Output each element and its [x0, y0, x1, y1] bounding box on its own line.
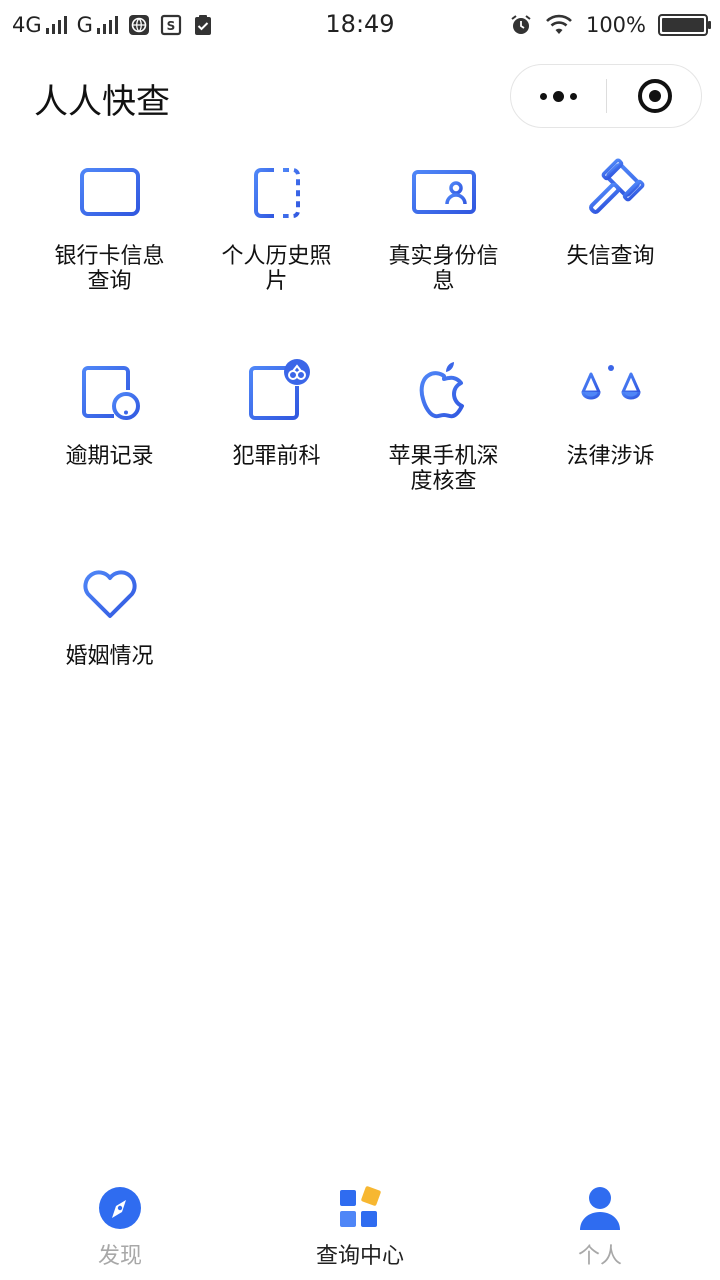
tab-bar: 发现 查询中心 个人: [0, 1170, 720, 1280]
service-iphone-check[interactable]: 苹果手机深度核查: [360, 350, 527, 550]
overdue-calendar-icon: [74, 356, 146, 428]
battery-fill: [662, 18, 704, 32]
service-label: 失信查询: [566, 244, 655, 269]
more-dot-icon: [540, 92, 547, 100]
heart-icon: [74, 556, 146, 628]
service-bank-card[interactable]: 银行卡信息查询: [26, 150, 193, 350]
wifi-icon: [546, 14, 572, 34]
tab-personal[interactable]: 个人: [480, 1170, 720, 1280]
bank-card-icon: [74, 156, 146, 228]
service-marriage-status[interactable]: 婚姻情况: [26, 550, 193, 750]
apple-icon: [408, 356, 480, 428]
service-label: 婚姻情况: [65, 644, 154, 669]
service-overdue-records[interactable]: 逾期记录: [26, 350, 193, 550]
more-button[interactable]: [511, 65, 606, 127]
gavel-icon: [575, 156, 647, 228]
more-dot-icon: [553, 90, 564, 102]
service-grid: 银行卡信息查询 个人历史照片 真实身份信息 失信查询 逾期记录 犯罪前科 苹果手…: [26, 150, 694, 750]
service-label: 个人历史照片: [221, 244, 332, 294]
battery-percent: 100%: [585, 13, 646, 37]
tab-label: 发现: [97, 1244, 142, 1269]
battery-icon: [658, 14, 711, 36]
tab-label: 查询中心: [315, 1244, 404, 1269]
target-icon: [637, 79, 672, 113]
scales-icon: [575, 356, 647, 428]
service-criminal-record[interactable]: 犯罪前科: [193, 350, 360, 550]
close-mini-program-button[interactable]: [607, 65, 702, 127]
status-right: 100%: [510, 10, 711, 40]
id-card-icon: [408, 156, 480, 228]
service-label: 法律涉诉: [566, 444, 655, 469]
service-label: 苹果手机深度核查: [388, 444, 499, 494]
service-label: 逾期记录: [65, 444, 154, 469]
mini-program-capsule: [510, 64, 702, 128]
tab-label: 个人: [577, 1244, 622, 1269]
criminal-record-icon: [241, 356, 313, 428]
split-frame-icon: [241, 156, 313, 228]
service-label: 真实身份信息: [388, 244, 499, 294]
more-dot-icon: [570, 92, 577, 100]
nav-bar: 人人快查: [0, 60, 720, 132]
service-real-identity[interactable]: 真实身份信息: [360, 150, 527, 350]
person-icon: [576, 1184, 624, 1232]
service-label: 犯罪前科: [232, 444, 321, 469]
service-dishonest-query[interactable]: 失信查询: [527, 150, 694, 350]
tab-discover[interactable]: 发现: [0, 1170, 240, 1280]
service-label: 银行卡信息查询: [54, 244, 165, 294]
tab-query-center[interactable]: 查询中心: [240, 1170, 480, 1280]
alarm-icon: [511, 15, 531, 34]
service-history-photos[interactable]: 个人历史照片: [193, 150, 360, 350]
compass-icon: [96, 1184, 144, 1232]
service-legal-litigation[interactable]: 法律涉诉: [527, 350, 694, 550]
page-title: 人人快查: [34, 82, 170, 122]
status-bar: 4G G S 18:49 100%: [0, 0, 720, 50]
grid-blocks-icon: [336, 1184, 384, 1232]
